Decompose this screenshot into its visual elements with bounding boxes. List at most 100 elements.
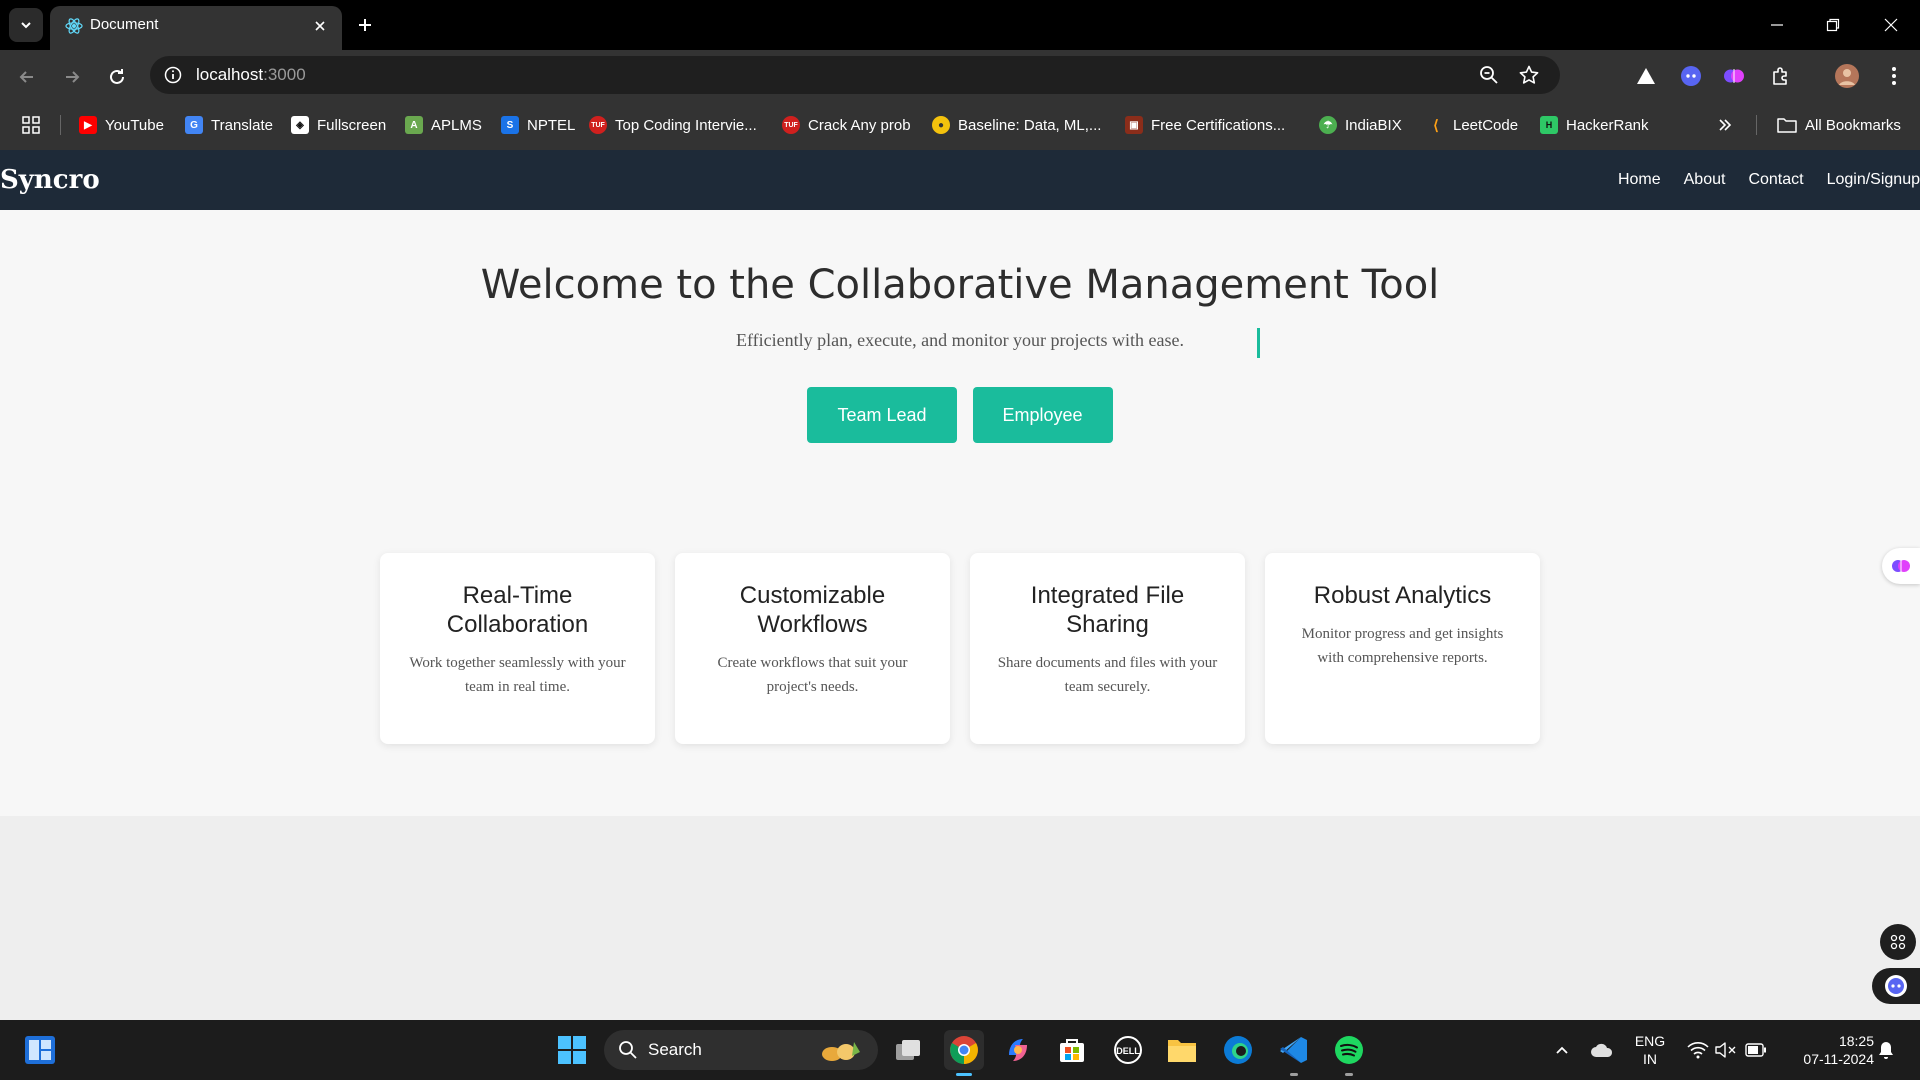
taskbar-spotify[interactable] [1329,1030,1369,1076]
site-info-button[interactable] [162,64,184,86]
zoom-icon[interactable] [1478,64,1500,86]
bookmark-leetcode[interactable]: ⟨ LeetCode [1427,100,1518,150]
taskbar-copilot[interactable] [998,1030,1038,1070]
browser-tab[interactable]: Document [50,6,342,50]
baseline-icon: ● [932,116,950,134]
role-buttons: Team Lead Employee [0,387,1920,443]
extensions-button[interactable] [1767,62,1795,90]
address-bar[interactable]: localhost:3000 [150,56,1560,94]
apps-grid-icon [22,116,40,134]
nav-login-signup-link[interactable]: Login/Signup [1827,171,1920,189]
bookmark-aplms[interactable]: A APLMS [405,100,482,150]
react-icon [65,18,83,34]
feature-text: Share documents and files with your team… [997,655,1218,695]
feature-text: Work together seamlessly with your team … [409,655,626,695]
apps-button[interactable] [22,100,40,150]
bookmarks-divider [60,115,61,135]
taskbar-chrome[interactable] [944,1030,984,1076]
restore-button[interactable] [1818,10,1848,40]
hero-title: Welcome to the Collaborative Management … [480,262,1440,308]
floating-apps-widget[interactable] [1880,924,1916,960]
bookmark-label: Fullscreen [317,116,387,134]
battery-button[interactable] [1736,1030,1776,1070]
bookmark-youtube[interactable]: ▶ YouTube [79,100,164,150]
taskbar-vscode[interactable] [1274,1030,1314,1076]
indiabix-icon: ☂ [1319,116,1337,134]
floating-brain-widget[interactable] [1882,548,1920,584]
feature-text: Create workflows that suit your project'… [717,655,908,695]
bookmark-free-certifications[interactable]: ▣ Free Certifications... [1125,100,1285,150]
spotify-icon [1335,1036,1363,1064]
tuf-icon: TUF [782,116,800,134]
bookmark-label: Crack Any prob [808,116,911,134]
nav-about-link[interactable]: About [1684,171,1726,189]
start-button[interactable] [552,1030,592,1070]
brand-logo[interactable]: Syncro [0,150,100,210]
brain-icon [1724,69,1744,83]
extension-triangle[interactable] [1632,62,1660,90]
browser-menu-button[interactable] [1880,62,1908,90]
clock[interactable]: 18:25 07-11-2024 [1778,1032,1874,1068]
search-icon [619,1041,637,1059]
youtube-icon: ▶ [79,116,97,134]
bookmark-indiabix[interactable]: ☂ IndiaBIX [1319,100,1402,150]
vscode-icon [1280,1037,1307,1063]
bookmark-label: Translate [211,116,273,134]
floating-discord-widget[interactable] [1872,968,1920,1004]
back-button[interactable] [12,62,42,92]
restore-icon [1826,18,1840,32]
bookmarks-divider [1756,115,1757,135]
language-code: ENG [1634,1033,1666,1049]
bookmark-crack-any-prob[interactable]: TUF Crack Any prob [782,100,911,150]
tab-close-button[interactable] [310,16,330,36]
team-lead-button[interactable]: Team Lead [807,387,957,443]
bookmarks-bar: ▶ YouTube G Translate ◈ Fullscreen A APL… [0,100,1920,150]
tab-search-button[interactable] [9,8,43,42]
extension-discord[interactable] [1677,62,1705,90]
nav-contact-link[interactable]: Contact [1748,171,1803,189]
taskbar-file-explorer[interactable] [1162,1030,1202,1070]
bookmark-nptel[interactable]: S NPTEL [501,100,575,150]
plus-icon [359,19,371,31]
certifications-icon: ▣ [1125,116,1143,134]
folder-icon [1168,1040,1196,1062]
profile-avatar[interactable] [1833,62,1861,90]
dell-icon: DELL [1114,1036,1142,1064]
running-app-indicator [1290,1073,1298,1076]
feature-card: Customizable Workflows Create workflows … [675,553,950,744]
task-view-button[interactable] [888,1030,928,1070]
bookmark-top-coding[interactable]: TUF Top Coding Intervie... [589,100,757,150]
taskbar-search[interactable]: Search [604,1030,878,1070]
widgets-icon [25,1036,55,1064]
forward-button[interactable] [57,62,87,92]
bookmark-translate[interactable]: G Translate [185,100,273,150]
active-app-indicator [956,1073,972,1076]
close-window-button[interactable] [1876,10,1906,40]
bookmark-label: YouTube [105,116,164,134]
more-bookmarks-button[interactable] [1718,100,1732,150]
nav-home-link[interactable]: Home [1618,171,1661,189]
minimize-button[interactable] [1762,10,1792,40]
language-region: IN [1643,1051,1657,1067]
bookmark-fullscreen[interactable]: ◈ Fullscreen [291,100,386,150]
taskbar-store[interactable] [1052,1030,1092,1070]
notifications-button[interactable] [1866,1030,1906,1070]
extension-brain[interactable] [1720,62,1748,90]
bookmark-star-icon[interactable] [1518,64,1540,86]
info-icon [164,66,182,84]
onedrive-button[interactable] [1582,1030,1622,1070]
bookmark-hackerrank[interactable]: H HackerRank [1540,100,1649,150]
all-bookmarks-button[interactable]: All Bookmarks [1777,100,1901,150]
reload-button[interactable] [102,62,132,92]
bookmark-label: Baseline: Data, ML,... [958,116,1102,134]
widgets-button[interactable] [20,1030,60,1070]
battery-icon [1745,1043,1766,1057]
leetcode-icon: ⟨ [1433,116,1439,133]
show-hidden-icons-button[interactable] [1542,1030,1582,1070]
new-tab-button[interactable] [352,12,378,38]
language-indicator[interactable]: ENG IN [1628,1032,1672,1068]
employee-button[interactable]: Employee [972,387,1113,443]
bookmark-baseline[interactable]: ● Baseline: Data, ML,... [932,100,1101,150]
taskbar-edge[interactable] [1218,1030,1258,1070]
taskbar-dell[interactable]: DELL [1108,1030,1148,1070]
